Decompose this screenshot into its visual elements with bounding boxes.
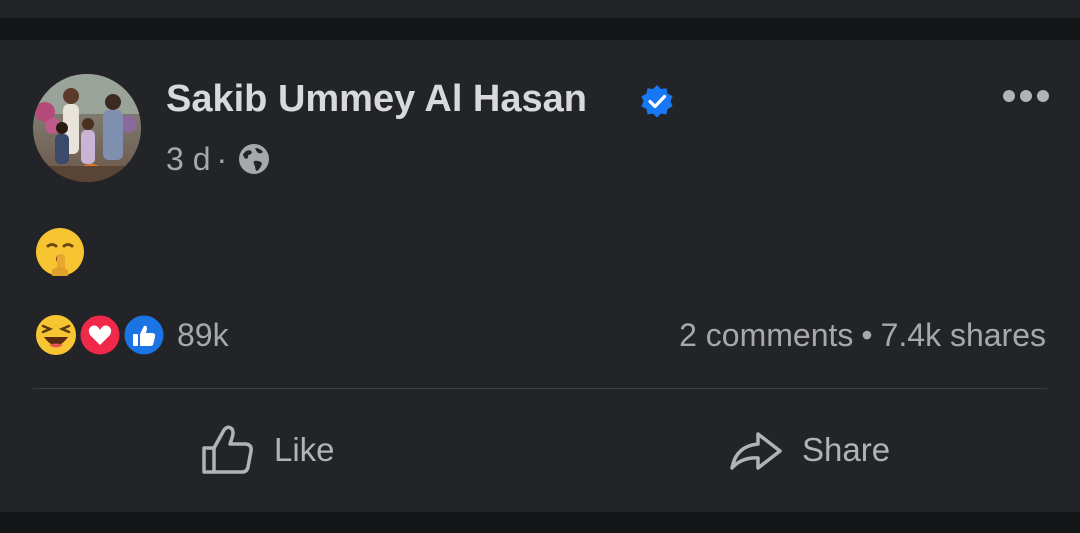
like-button[interactable]: Like: [200, 420, 335, 480]
thumbs-up-icon: [202, 425, 253, 474]
author-avatar[interactable]: [33, 74, 141, 182]
divider: [33, 388, 1047, 389]
shushing-face-emoji-icon: [36, 228, 84, 276]
haha-reaction-icon: [34, 313, 78, 357]
love-reaction-icon: [77, 312, 123, 358]
meta-separator: ·: [216, 140, 228, 177]
share-label: Share: [802, 431, 891, 468]
reaction-icons[interactable]: [33, 312, 168, 358]
share-button[interactable]: Share: [728, 420, 890, 480]
feed-gap: [0, 18, 1080, 40]
stats-separator: •: [861, 317, 873, 353]
post-stats: 2 comments • 7.4k shares: [679, 317, 1046, 354]
globe-icon[interactable]: [237, 142, 271, 176]
verified-badge-icon: [641, 85, 673, 118]
more-options-icon[interactable]: [1000, 87, 1052, 105]
shares-count[interactable]: 7.4k shares: [881, 317, 1046, 353]
post-meta: 3 d ·: [166, 140, 271, 178]
share-arrow-icon: [730, 432, 782, 470]
post-time[interactable]: 3 d: [166, 141, 210, 178]
like-label: Like: [274, 431, 335, 468]
author-name[interactable]: Sakib Ummey Al Hasan: [166, 78, 587, 121]
feed-gap-bottom: [0, 512, 1080, 533]
feed-post: Sakib Ummey Al Hasan 3 d · 89k 2 comment…: [0, 40, 1080, 512]
reaction-count[interactable]: 89k: [177, 317, 229, 354]
previous-post-edge: [0, 0, 1080, 18]
comments-count[interactable]: 2 comments: [679, 317, 853, 353]
like-reaction-icon: [121, 312, 167, 358]
